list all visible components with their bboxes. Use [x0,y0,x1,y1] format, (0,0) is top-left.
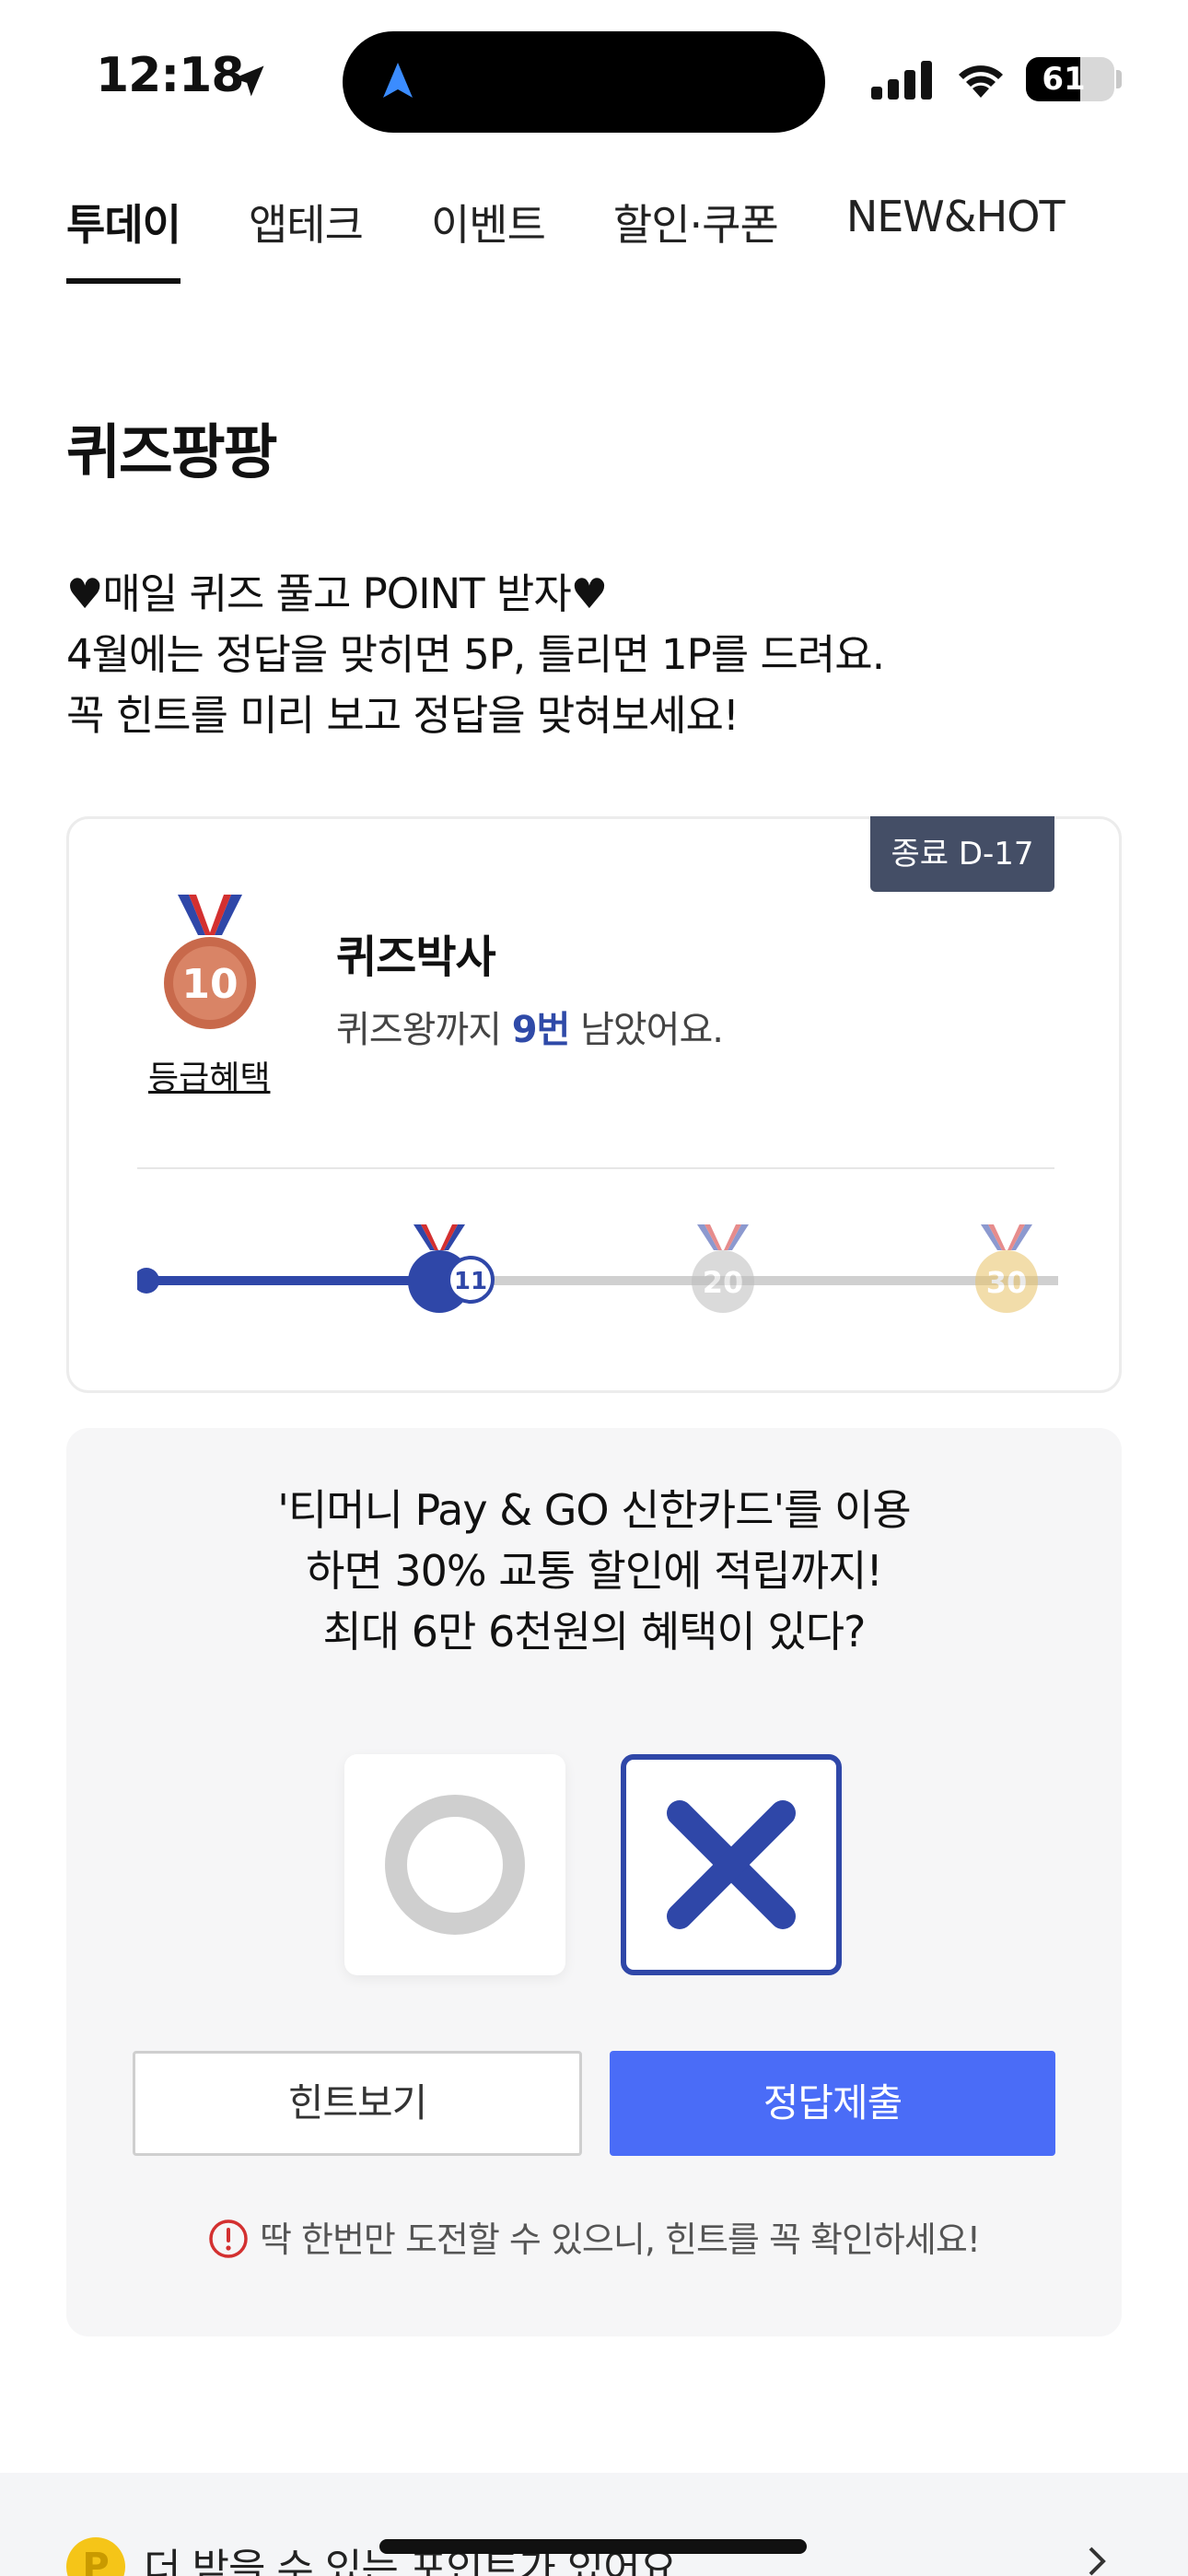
category-tabs: 투데이 앱테크 이벤트 할인·쿠폰 NEW&HOT [66,192,1133,284]
rank-remaining-count: 9번 [511,1009,571,1051]
exclamation-circle-icon [209,2219,248,2258]
answer-o-button[interactable] [344,1754,565,1975]
question-line-1: '티머니 Pay & GO 신한카드'를 이용 [277,1485,911,1535]
progress-start-dot [137,1268,159,1294]
page-title: 퀴즈팡팡 [66,419,278,487]
intro-line-2: 4월에는 정답을 맞히면 5P, 틀리면 1P를 드려요. [66,630,885,679]
wifi-icon [959,65,1003,98]
navigation-icon [383,63,413,98]
quiz-question: '티머니 Pay & GO 신한카드'를 이용 하면 30% 교통 할인에 적립… [66,1480,1122,1662]
milestone-medal-30: 30 [975,1224,1038,1313]
tab-new-hot[interactable]: NEW&HOT [846,192,1066,284]
tab-today[interactable]: 투데이 [66,192,181,284]
battery-icon: 61 [1026,57,1114,101]
more-points-banner[interactable]: P 더 받을 수 있는 포인트가 있어요 [0,2473,1188,2576]
rank-subtitle: 퀴즈왕까지 9번 남았어요. [336,1000,724,1053]
status-bar: 12:18 61 [0,0,1188,157]
battery-percent: 61 [1042,61,1086,98]
circle-o-icon [385,1795,525,1935]
answer-x-button[interactable] [621,1754,842,1975]
progress-fill [146,1276,448,1285]
cross-x-icon [667,1800,796,1929]
rank-title: 퀴즈박사 [336,931,496,983]
grade-card: 종료 D-17 10 등급혜택 퀴즈박사 퀴즈왕까지 9번 남았어요. 11 2… [66,816,1122,1393]
milestone-label-20: 20 [703,1265,744,1300]
intro-text: ♥매일 퀴즈 풀고 POINT 받자♥ 4월에는 정답을 맞히면 5P, 틀리면… [66,564,1135,746]
chevron-right-icon [1089,2547,1106,2576]
hint-button[interactable]: 힌트보기 [133,2051,582,2156]
warning-text: 딱 한번만 도전할 수 있으니, 힌트를 꼭 확인하세요! [259,2219,981,2260]
battery-nub [1116,70,1122,88]
dynamic-island [343,31,825,133]
warning-notice: 딱 한번만 도전할 수 있으니, 힌트를 꼭 확인하세요! [66,2211,1122,2262]
milestone-medal-20: 20 [692,1224,754,1313]
rank-sub-prefix: 퀴즈왕까지 [336,1009,512,1051]
intro-line-3: 꼭 힌트를 미리 보고 정답을 맞혀보세요! [66,691,740,740]
status-time: 12:18 [96,48,245,103]
location-arrow-icon [233,65,264,97]
milestone-medal-11: 11 [408,1224,495,1313]
point-coin-icon: P [66,2537,125,2576]
tab-event[interactable]: 이벤트 [431,192,546,284]
signal-icon [871,61,932,100]
medal-level: 10 [181,961,238,1008]
question-line-2: 하면 30% 교통 할인에 적립까지! [306,1546,883,1596]
question-line-3: 최대 6만 6천원의 혜택이 있다? [322,1607,867,1657]
milestone-label-11: 11 [454,1268,487,1295]
quiz-panel: '티머니 Pay & GO 신한카드'를 이용 하면 30% 교통 할인에 적립… [66,1428,1122,2336]
bronze-medal-icon: 10 [164,895,256,1029]
dday-badge: 종료 D-17 [870,816,1054,892]
rank-sub-suffix: 남았어요. [569,1009,724,1051]
tab-apptech[interactable]: 앱테크 [249,192,364,284]
card-divider [137,1167,1054,1169]
home-indicator [379,2539,807,2554]
submit-answer-button[interactable]: 정답제출 [610,2051,1055,2156]
grade-progress: 11 20 30 [137,1224,1058,1313]
milestone-label-30: 30 [986,1265,1028,1300]
tab-coupon[interactable]: 할인·쿠폰 [613,192,779,284]
intro-line-1: ♥매일 퀴즈 풀고 POINT 받자♥ [66,569,608,618]
grade-benefit-link[interactable]: 등급혜택 [148,1051,270,1099]
